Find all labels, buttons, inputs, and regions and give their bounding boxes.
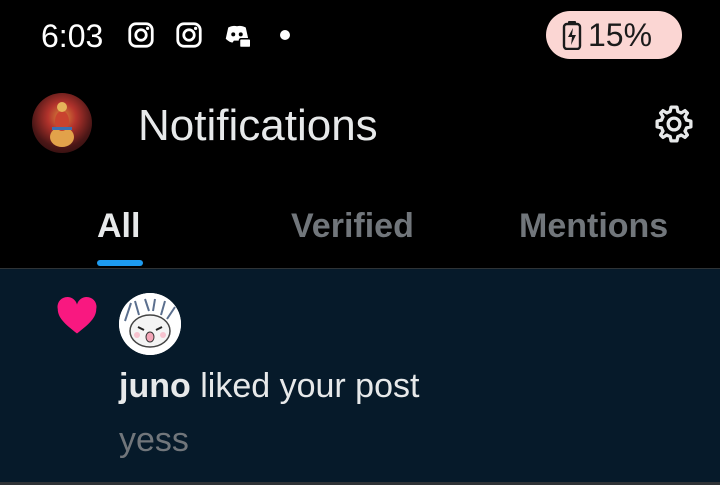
tab-bar: All Verified Mentions	[0, 190, 720, 268]
gear-icon[interactable]	[652, 102, 696, 146]
notification-item[interactable]: juno liked your post yess	[0, 269, 720, 485]
heart-icon	[57, 296, 97, 334]
status-bar: 6:03 15%	[0, 0, 720, 72]
instagram-icon	[128, 22, 154, 48]
profile-avatar[interactable]	[32, 93, 92, 153]
page-title: Notifications	[138, 101, 378, 150]
notification-dot	[280, 30, 290, 40]
user-avatar[interactable]	[119, 293, 181, 355]
notification-action: liked your post	[200, 367, 420, 405]
notification-text: juno liked your post	[119, 365, 419, 407]
battery-percentage: 15%	[588, 17, 653, 53]
user-avatar-image	[119, 293, 181, 355]
profile-avatar-image	[50, 102, 74, 147]
battery-charging-icon	[562, 21, 582, 50]
tab-verified[interactable]: Verified	[291, 206, 414, 246]
status-time: 6:03	[41, 18, 104, 54]
instagram-icon	[176, 22, 202, 48]
active-tab-indicator	[97, 260, 143, 266]
notification-user[interactable]: juno	[119, 367, 191, 405]
tab-all[interactable]: All	[97, 206, 140, 246]
discord-icon	[225, 25, 252, 49]
battery-indicator: 15%	[546, 11, 682, 59]
tab-mentions[interactable]: Mentions	[519, 206, 668, 246]
notification-preview: yess	[119, 421, 189, 459]
